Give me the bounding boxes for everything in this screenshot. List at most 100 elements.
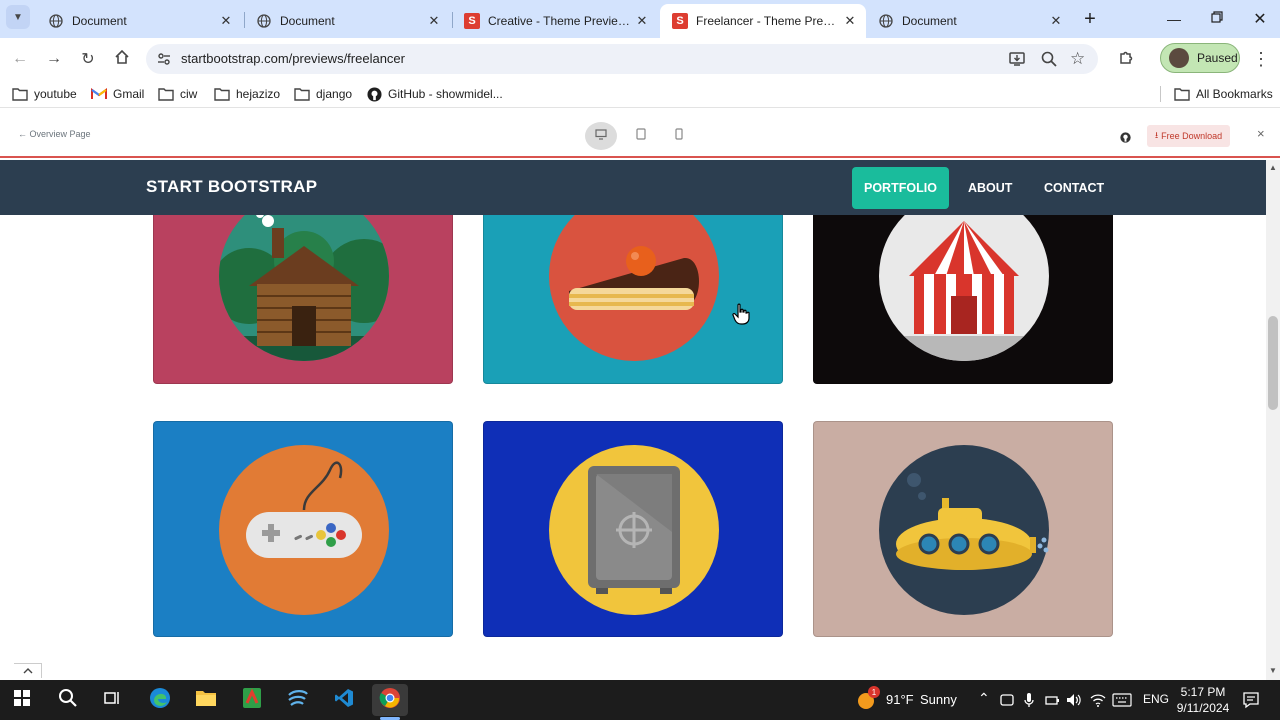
address-bar[interactable]: startbootstrap.com/previews/freelancer ☆: [146, 44, 1098, 74]
task-view-button[interactable]: [94, 684, 130, 716]
tab-strip: ▼ Document ✕ Document ✕ S Creative - The…: [0, 0, 1280, 38]
folder-icon: [158, 86, 174, 102]
chevron-up-icon[interactable]: ⌃: [978, 690, 990, 707]
all-bookmarks-button[interactable]: All Bookmarks: [1174, 85, 1273, 103]
bookmark-label: django: [316, 87, 353, 101]
input-language[interactable]: ENG: [1143, 692, 1169, 706]
notifications-icon[interactable]: [1242, 691, 1260, 714]
game-controller-illustration: [219, 445, 389, 615]
overview-page-link[interactable]: ← Overview Page: [18, 129, 91, 139]
portfolio-item-cabin[interactable]: [153, 215, 453, 384]
tab-1[interactable]: Document ✕: [36, 4, 242, 38]
weather-temperature[interactable]: 91°F: [886, 692, 914, 707]
startbootstrap-icon: S: [464, 13, 480, 29]
tablet-icon: [636, 127, 646, 145]
bookmark-star-icon[interactable]: ☆: [1070, 49, 1085, 69]
tab-4-active[interactable]: S Freelancer - Theme Preview ✕: [660, 4, 866, 38]
anydesk-app[interactable]: [280, 684, 316, 716]
more-vertical-icon: ⋮: [1252, 48, 1270, 69]
bookmark-youtube[interactable]: youtube: [12, 85, 77, 103]
search-button[interactable]: [50, 684, 86, 716]
profile-button[interactable]: Paused: [1160, 43, 1240, 73]
tab-2[interactable]: Document ✕: [244, 4, 450, 38]
edge-app[interactable]: [142, 684, 178, 716]
circus-tent-illustration: [879, 215, 1049, 361]
nav-portfolio[interactable]: PORTFOLIO: [852, 167, 949, 209]
menu-button[interactable]: ⋮: [1247, 45, 1275, 73]
zoom-icon[interactable]: [1040, 50, 1058, 73]
acrobat-app[interactable]: [234, 684, 270, 716]
new-tab-button[interactable]: +: [1076, 5, 1104, 33]
tab-title: Document: [902, 14, 957, 28]
tablet-view-button[interactable]: [625, 122, 657, 150]
tab-title: Document: [280, 14, 335, 28]
cabin-illustration: [219, 215, 389, 361]
close-icon[interactable]: ✕: [216, 11, 236, 31]
tab-search-button[interactable]: ▼: [6, 5, 30, 29]
extensions-button[interactable]: [1112, 45, 1140, 73]
power-icon[interactable]: [1044, 692, 1060, 713]
bookmark-hejazizo[interactable]: hejazizo: [214, 85, 280, 103]
portfolio-item-circus[interactable]: [813, 215, 1113, 384]
bookmark-github[interactable]: GitHub - showmidel...: [366, 85, 503, 103]
gmail-icon: [91, 86, 107, 102]
back-button[interactable]: ←: [6, 45, 34, 73]
forward-button[interactable]: →: [40, 45, 68, 73]
close-icon[interactable]: ✕: [424, 11, 444, 31]
home-button[interactable]: [108, 45, 136, 73]
nav-label: PORTFOLIO: [864, 181, 937, 195]
minimize-button[interactable]: —: [1160, 5, 1188, 33]
portfolio-item-game-controller[interactable]: [153, 421, 453, 637]
wifi-icon[interactable]: [1090, 692, 1106, 713]
restore-button[interactable]: [1203, 5, 1231, 33]
portfolio-item-cake[interactable]: [483, 215, 783, 384]
keyboard-icon[interactable]: [1112, 693, 1132, 712]
tab-3[interactable]: S Creative - Theme Preview - S ✕: [452, 4, 658, 38]
chrome-app[interactable]: [372, 684, 408, 716]
nav-about[interactable]: ABOUT: [956, 167, 1024, 209]
file-explorer-app[interactable]: [188, 684, 224, 716]
chrome-icon: [379, 687, 401, 714]
bookmark-django[interactable]: django: [294, 85, 352, 103]
weather-badge: 1: [868, 686, 880, 698]
vscode-app[interactable]: [326, 684, 362, 716]
acrobat-icon: [242, 687, 262, 714]
close-icon[interactable]: ✕: [1046, 11, 1066, 31]
close-window-button[interactable]: ✕: [1246, 5, 1274, 33]
site-brand[interactable]: START BOOTSTRAP: [146, 177, 317, 197]
scroll-up-arrow-icon[interactable]: ▲: [1269, 163, 1277, 172]
portfolio-item-submarine[interactable]: [813, 421, 1113, 637]
desktop-view-button[interactable]: [585, 122, 617, 150]
install-app-icon[interactable]: [1008, 50, 1026, 73]
close-icon[interactable]: ✕: [840, 11, 860, 31]
bookmark-gmail[interactable]: Gmail: [91, 85, 144, 103]
chevron-up-icon[interactable]: [14, 663, 42, 678]
start-button[interactable]: [4, 684, 40, 716]
meet-now-icon[interactable]: [1000, 693, 1014, 712]
close-preview-button[interactable]: ×: [1257, 126, 1265, 141]
reload-icon: ↻: [81, 51, 95, 68]
scroll-down-arrow-icon[interactable]: ▼: [1269, 666, 1277, 675]
weather-description[interactable]: Sunny: [920, 692, 957, 707]
close-icon[interactable]: ✕: [632, 11, 652, 31]
free-download-button[interactable]: ⭳ Free Download: [1147, 125, 1231, 147]
mobile-icon: [675, 127, 683, 145]
reload-button[interactable]: ↻: [74, 45, 102, 73]
site-info-icon[interactable]: [156, 51, 172, 72]
globe-icon: [48, 13, 64, 29]
windows-logo-icon: [14, 689, 30, 711]
microphone-icon[interactable]: [1024, 692, 1034, 713]
mobile-view-button[interactable]: [663, 122, 695, 150]
github-icon[interactable]: [1120, 130, 1131, 148]
portfolio-item-safe[interactable]: [483, 421, 783, 637]
clock[interactable]: 5:17 PM 9/11/2024: [1172, 684, 1234, 716]
browser-toolbar: ← → ↻ startbootstrap.com/previews/freela…: [0, 38, 1280, 80]
bookmark-ciw[interactable]: ciw: [158, 85, 197, 103]
nav-contact[interactable]: CONTACT: [1032, 167, 1116, 209]
url-text: startbootstrap.com/previews/freelancer: [181, 51, 405, 66]
page-scrollbar[interactable]: ▲ ▼: [1266, 160, 1280, 680]
tab-5[interactable]: Document ✕: [866, 4, 1072, 38]
scrollbar-thumb[interactable]: [1268, 316, 1278, 410]
tab-title: Creative - Theme Preview - S: [488, 14, 632, 28]
volume-icon[interactable]: [1066, 692, 1082, 713]
